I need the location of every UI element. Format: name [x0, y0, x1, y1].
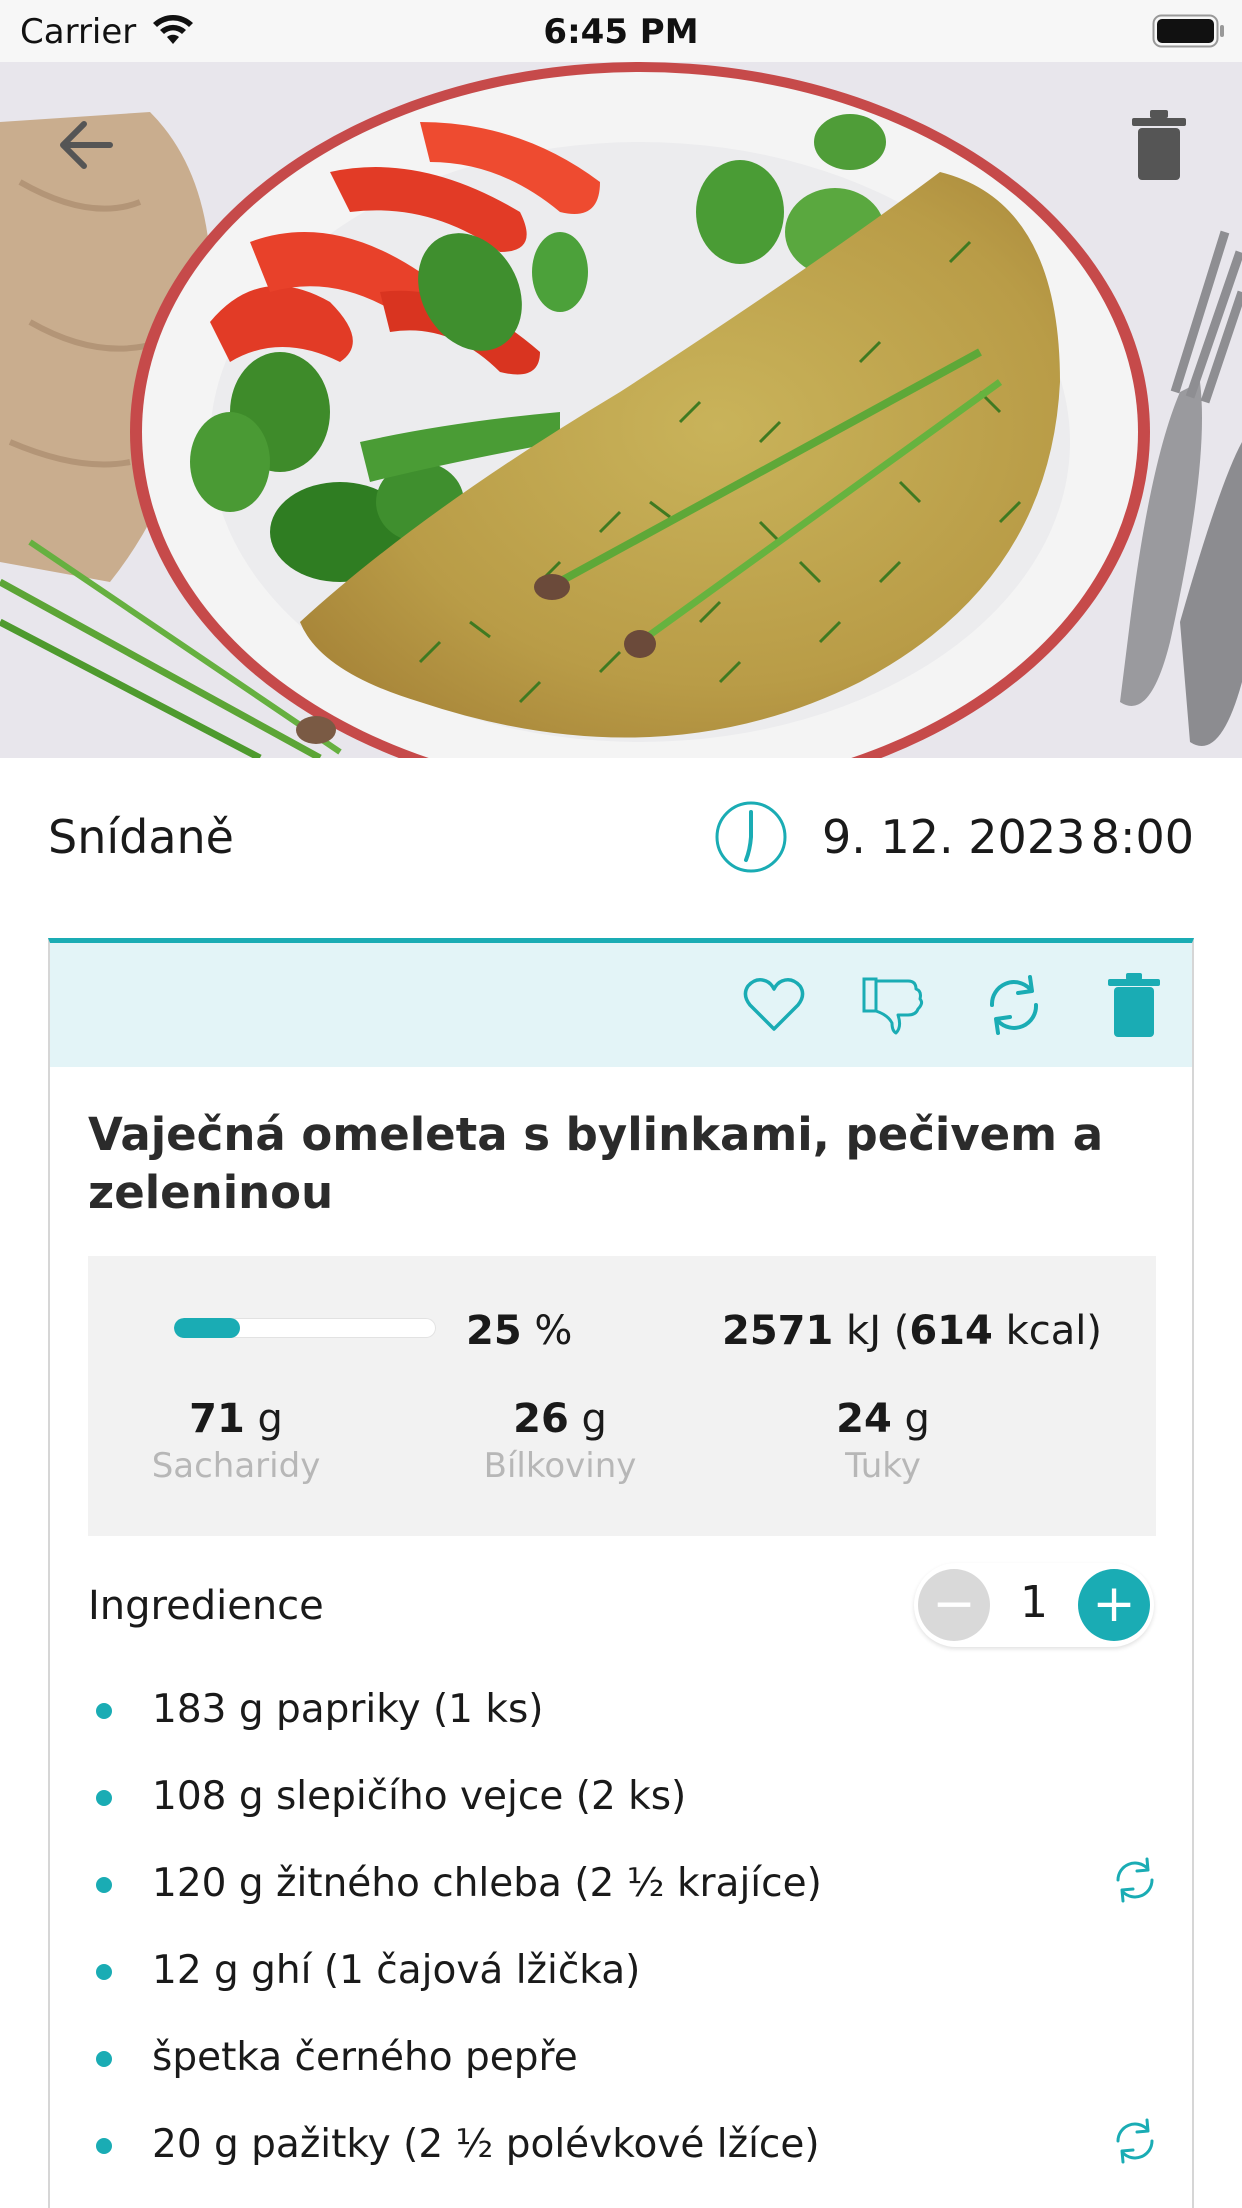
ingredient-item: 12 g ghí (1 čajová lžička): [88, 1942, 1156, 2029]
ingredient-text: 120 g žitného chleba (2 ½ krajíce): [152, 1861, 822, 1906]
fat-unit: g: [904, 1396, 930, 1442]
ingredient-item: 108 g slepičího vejce (2 ks): [88, 1768, 1156, 1855]
fat-label: Tuky: [845, 1446, 921, 1486]
clock-time: 6:45 PM: [543, 12, 699, 52]
ingredient-item: špetka černého pepře: [88, 2029, 1156, 2116]
bullet-dot: [96, 1964, 112, 1980]
kj-unit: kJ: [846, 1308, 882, 1354]
kcal-unit: kcal: [1005, 1308, 1087, 1354]
percent-unit: %: [534, 1308, 573, 1354]
refresh-icon[interactable]: [980, 971, 1048, 1039]
protein-value: 26: [513, 1396, 569, 1442]
protein-label: Bílkoviny: [483, 1446, 637, 1486]
daily-percent: 25 %: [466, 1308, 572, 1354]
fat-value: 24: [836, 1396, 892, 1442]
carbs-unit: g: [257, 1396, 283, 1442]
battery-icon: [1152, 14, 1224, 48]
ingredient-item: 120 g žitného chleba (2 ½ krajíce): [88, 1855, 1156, 1942]
bullet-dot: [96, 1790, 112, 1806]
card-toolbar: [50, 943, 1192, 1067]
trash-icon[interactable]: [1124, 108, 1194, 184]
carbs-value: 71: [189, 1396, 245, 1442]
decrease-portion-button[interactable]: −: [918, 1569, 990, 1641]
meal-name: Snídaně: [48, 810, 234, 864]
swap-ingredient-icon[interactable]: [1110, 1855, 1160, 1905]
bullet-dot: [96, 1877, 112, 1893]
kj-value: 2571: [722, 1308, 834, 1354]
swap-ingredient-icon[interactable]: [1110, 2116, 1160, 2166]
percent-value: 25: [466, 1308, 522, 1354]
ingredient-text: 183 g papriky (1 ks): [152, 1687, 544, 1732]
card-trash-icon[interactable]: [1100, 971, 1168, 1039]
back-arrow-icon[interactable]: [50, 110, 120, 180]
meal-date[interactable]: 9. 12. 2023: [822, 810, 1085, 864]
ingredient-text: špetka černého pepře: [152, 2035, 578, 2080]
increase-portion-button[interactable]: +: [1078, 1569, 1150, 1641]
kcal-value: 614: [909, 1308, 993, 1354]
bullet-dot: [96, 2138, 112, 2154]
macro-protein: 26 g Bílkoviny: [430, 1396, 690, 1486]
nutrition-summary: 25 % 2571 kJ (614 kcal) 71 g Sacharidy 2…: [88, 1256, 1156, 1536]
bullet-dot: [96, 2051, 112, 2067]
carbs-label: Sacharidy: [151, 1446, 321, 1486]
portion-value: 1: [1020, 1577, 1048, 1628]
energy-value: 2571 kJ (614 kcal): [722, 1308, 1102, 1354]
ingredients-heading: Ingredience: [88, 1583, 324, 1629]
macro-carbs: 71 g Sacharidy: [106, 1396, 366, 1486]
clock-icon[interactable]: [714, 800, 788, 874]
ingredient-item: 183 g papriky (1 ks): [88, 1681, 1156, 1768]
bullet-dot: [96, 1703, 112, 1719]
ingredient-item: 20 g pažitky (2 ½ polévkové lžíce): [88, 2116, 1156, 2203]
status-bar: Carrier 6:45 PM: [0, 0, 1242, 62]
ingredient-text: 12 g ghí (1 čajová lžička): [152, 1948, 641, 1993]
heart-icon[interactable]: [740, 971, 808, 1039]
daily-progress-bar: [174, 1318, 436, 1338]
daily-progress-fill: [174, 1318, 240, 1338]
macro-fat: 24 g Tuky: [753, 1396, 1013, 1486]
ingredient-text: 20 g pažitky (2 ½ polévkové lžíce): [152, 2122, 820, 2167]
recipe-title: Vaječná omeleta s bylinkami, pečivem a z…: [88, 1108, 1104, 1219]
meal-time[interactable]: 8:00: [1091, 810, 1194, 864]
ingredient-text: 108 g slepičího vejce (2 ks): [152, 1774, 687, 1819]
meal-header: Snídaně 9. 12. 2023 8:00: [48, 800, 1194, 873]
recipe-card: Vaječná omeleta s bylinkami, pečivem a z…: [48, 938, 1194, 2208]
ingredient-list: 183 g papriky (1 ks) 108 g slepičího vejc…: [88, 1681, 1156, 2203]
portion-stepper: − 1 +: [914, 1563, 1154, 1647]
meal-photo: [0, 62, 1242, 758]
thumbs-down-icon[interactable]: [860, 971, 928, 1039]
protein-unit: g: [581, 1396, 607, 1442]
